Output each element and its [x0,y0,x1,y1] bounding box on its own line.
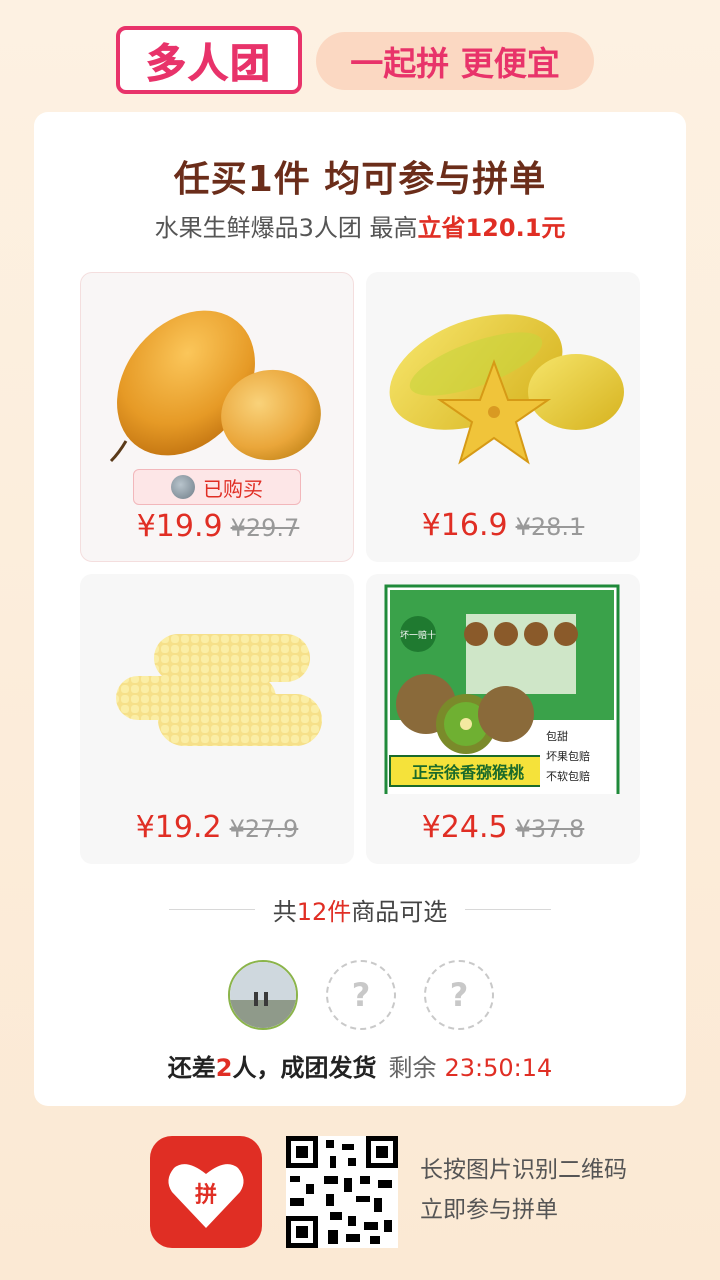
corn-image [116,634,322,746]
original-price: ¥27.9 [229,815,299,843]
footer-instructions: 长按图片识别二维码 立即参与拼单 [420,1150,660,1230]
price-row: ¥16.9 ¥28.1 [366,508,640,543]
product-tile-mango[interactable]: 已购买 ¥19.9 ¥29.7 [80,272,354,562]
group-status: 还差2人，成团发货 剩余 23:50:14 [34,1048,686,1083]
slogan-text: 一起拼 更便宜 [350,44,560,83]
group-price: ¥24.5 [421,810,508,845]
purchased-label: 已购买 [203,476,263,501]
purchased-badge: 已购买 [133,469,301,505]
kiwi-box-banner: 正宗徐香猕猴桃 [412,763,524,782]
price-row: ¥19.2 ¥27.9 [80,810,354,845]
product-count-text: 共12件商品可选 [273,892,448,927]
brand-logo-text: 多人团 [146,41,272,88]
price-row: ¥19.9 ¥29.7 [81,509,353,544]
group-price: ¥19.2 [135,810,222,845]
buyer-avatar [171,475,195,499]
missing-count: 2 [215,1054,233,1082]
product-tile-corn[interactable]: ¥19.2 ¥27.9 [80,574,354,864]
price-row: ¥24.5 ¥37.8 [366,810,640,845]
countdown-timer: 23:50:14 [444,1054,553,1082]
kiwi-box-image: 正宗徐香猕猴桃 坏一赔十 包甜 坏果包赔 不软包赔 [384,584,620,794]
footer-line-2: 立即参与拼单 [420,1197,558,1223]
group-price: ¥16.9 [421,508,508,543]
group-price: ¥19.9 [136,509,223,544]
pinduoduo-app-icon: 拼 [150,1136,262,1248]
divider-left [168,908,255,910]
subtitle-text: 水果生鲜爆品3人团 最高 [154,214,418,242]
starfruit-image [389,314,624,465]
empty-slot-avatar: ? [326,960,396,1030]
remain-label: 剩余 [388,1054,437,1082]
card-subtitle: 水果生鲜爆品3人团 最高立省120.1元 [34,208,686,243]
card-title: 任买1件 均可参与拼单 [173,159,547,200]
status-text: 还差2人，成团发货 [168,1054,377,1082]
status-prefix: 还差 [167,1054,216,1082]
app-icon-label: 拼 [195,1182,217,1208]
kiwi-feature-1: 包甜 [546,730,568,743]
question-mark-icon: ? [449,976,469,1014]
empty-slot-avatar: ? [424,960,494,1030]
group-buy-card: 任买1件 均可参与拼单 水果生鲜爆品3人团 最高立省120.1元 已购买 ¥19… [34,112,686,1106]
question-mark-icon: ? [351,976,371,1014]
kiwi-feature-3: 不软包赔 [546,769,590,783]
brand-logo: 多人团 [116,26,302,94]
product-tile-kiwi[interactable]: 正宗徐香猕猴桃 坏一赔十 包甜 坏果包赔 不软包赔 ¥24.5 ¥37.8 [366,574,640,864]
original-price: ¥29.7 [230,514,300,542]
status-suffix: 人，成团发货 [232,1054,377,1082]
member-avatar [228,960,298,1030]
footer-line-1: 长按图片识别二维码 [420,1157,627,1183]
original-price: ¥37.8 [515,815,585,843]
savings-highlight: 立省120.1元 [417,214,566,242]
kiwi-box-tag: 坏一赔十 [400,629,436,641]
header: 多人团 一起拼 更便宜 [0,0,720,110]
count-highlight: 12件 [296,897,352,926]
count-prefix: 共 [272,897,297,926]
qr-code[interactable] [286,1136,398,1248]
kiwi-feature-2: 坏果包赔 [546,749,590,763]
divider-right [465,908,552,910]
count-suffix: 商品可选 [351,897,448,926]
product-tile-starfruit[interactable]: ¥16.9 ¥28.1 [366,272,640,562]
group-members: ? ? [34,960,686,1032]
original-price: ¥28.1 [515,513,585,541]
mango-image [109,310,321,463]
slogan-pill: 一起拼 更便宜 [316,32,594,90]
product-count-row: 共12件商品可选 [34,892,686,927]
